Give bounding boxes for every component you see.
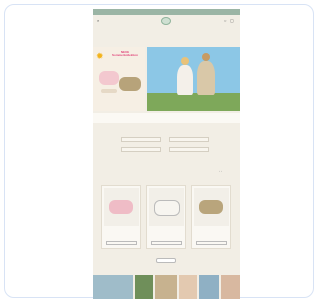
search-icon[interactable]: ⌕	[97, 19, 99, 23]
product-image	[104, 188, 139, 226]
site-header: ⌕ ○ ▢	[93, 15, 240, 27]
product-image	[194, 188, 229, 226]
category-chip[interactable]	[121, 147, 161, 152]
account-icon[interactable]: ○	[224, 19, 226, 23]
hero-headline: NEUE Sommerkollektion	[111, 50, 138, 58]
add-to-cart-button[interactable]	[151, 241, 182, 245]
gallery-image[interactable]	[221, 275, 240, 299]
child-head	[181, 57, 189, 65]
gallery-image[interactable]	[155, 275, 177, 299]
sandal-image	[199, 200, 223, 214]
arrow-left-icon[interactable]: ‹	[219, 169, 220, 173]
sun-icon: ✹	[96, 51, 104, 61]
lifestyle-gallery	[93, 275, 240, 299]
trust-badges	[93, 113, 240, 123]
gallery-image[interactable]	[135, 275, 153, 299]
grass	[147, 93, 240, 111]
add-to-cart-button[interactable]	[106, 241, 137, 245]
child-figure	[177, 65, 193, 95]
gallery-image[interactable]	[93, 275, 133, 299]
sandal-image	[154, 200, 180, 216]
category-chips	[93, 133, 240, 157]
hero-banner[interactable]: ✹ NEUE Sommerkollektion	[93, 47, 240, 111]
sandal-shadow	[101, 89, 117, 93]
sandal-image	[99, 71, 119, 85]
sandal-image	[109, 200, 133, 214]
product-image	[149, 188, 184, 226]
main-nav	[99, 27, 234, 35]
logo[interactable]	[161, 17, 171, 25]
category-chip[interactable]	[169, 137, 209, 142]
hero-photo	[147, 47, 240, 111]
arrow-right-icon[interactable]: ›	[221, 169, 222, 173]
product-card[interactable]	[146, 185, 186, 249]
add-to-cart-button[interactable]	[196, 241, 227, 245]
sandal-image	[119, 77, 141, 91]
category-chip[interactable]	[169, 147, 209, 152]
gallery-image[interactable]	[199, 275, 219, 299]
product-card[interactable]	[101, 185, 141, 249]
child-head	[202, 53, 210, 61]
hero-text-panel: ✹ NEUE Sommerkollektion	[93, 47, 145, 111]
shop-page: ⌕ ○ ▢ ✹ NEUE Sommerkollektion ‹ ›	[93, 9, 240, 299]
product-grid	[99, 185, 234, 253]
cart-icon[interactable]: ▢	[230, 19, 234, 23]
gallery-image[interactable]	[179, 275, 197, 299]
carousel-arrows: ‹ ›	[219, 169, 222, 173]
show-more-button[interactable]	[156, 258, 176, 263]
child-figure	[197, 61, 215, 95]
product-card[interactable]	[191, 185, 231, 249]
category-chip[interactable]	[121, 137, 161, 142]
